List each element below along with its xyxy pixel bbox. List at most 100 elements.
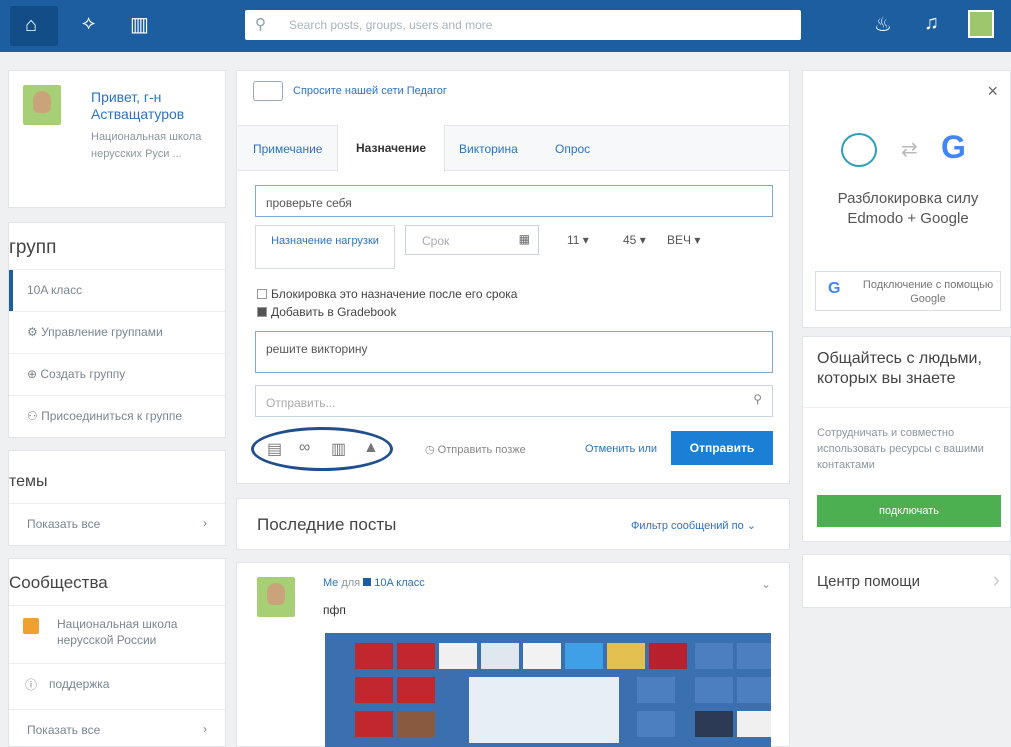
search-widget (469, 677, 619, 743)
connect-google-label: Подключение с помощью Google (862, 279, 994, 305)
chevron-right-icon: › (203, 722, 207, 736)
home-tab[interactable]: ⌂ (10, 6, 58, 46)
description-input[interactable]: решите викторину (255, 331, 773, 373)
search-input[interactable]: Search posts, groups, users and more (289, 18, 492, 32)
sidebar-item-10a[interactable]: 10A класс (9, 269, 225, 311)
post-header: Me для 10A класс (323, 577, 425, 589)
bell-icon[interactable]: ♫ (924, 12, 939, 35)
topics-title: темы (9, 473, 48, 490)
tab-note[interactable]: Примечание (253, 142, 322, 156)
sidebar-item-create-group[interactable]: ⊕ Создать группу (9, 353, 225, 395)
edmodo-icon (841, 133, 877, 167)
gradebook-label: Добавить в Gradebook (271, 305, 397, 319)
chevron-right-icon: › (992, 567, 1000, 592)
tab-assignment-label: Назначение (356, 141, 427, 155)
chevron-right-icon: › (203, 516, 207, 530)
schedule-later-button[interactable]: ◷ Отправить позже (425, 443, 526, 456)
schedule-later-label: Отправить позже (437, 444, 526, 456)
lock-checkbox[interactable]: Блокировка это назначение после его срок… (257, 287, 517, 301)
ask-network-icon (253, 81, 283, 101)
tab-quiz[interactable]: Викторина (459, 142, 518, 156)
ampm-select[interactable]: ВЕЧ ▾ (667, 233, 700, 247)
tile (355, 677, 393, 703)
topics-card: темы Показать все › (8, 450, 226, 546)
question-icon: ⓘ (25, 678, 38, 692)
tile (565, 643, 603, 669)
support-label: поддержка (49, 677, 110, 691)
groups-card: групп 10A класс ⚙ Управление группами ⊕ … (8, 222, 226, 438)
search-icon: ⚲ (255, 16, 266, 33)
tile (737, 711, 771, 737)
plus-icon: ⊕ (27, 367, 41, 381)
tile (649, 643, 687, 669)
tile (695, 711, 733, 737)
due-date-input[interactable]: Срок ▦ (405, 225, 539, 255)
school-icon (23, 618, 39, 634)
selected-indicator (9, 270, 13, 311)
communities-show-all[interactable]: Показать все › (9, 709, 225, 747)
library-icon[interactable]: ▥ (331, 439, 346, 459)
profile-school: Национальная школа нерусских Руси ... (91, 131, 202, 160)
send-to-placeholder: Отправить... (266, 396, 336, 410)
send-button[interactable]: Отправить (671, 431, 773, 465)
feed-title: Последние посты (257, 515, 397, 534)
post-image[interactable] (325, 633, 771, 747)
google-logo: G (941, 129, 966, 165)
help-center-card[interactable]: Центр помощи › (802, 554, 1011, 608)
feed-filter[interactable]: Фильтр сообщений по ⌄ (631, 519, 756, 532)
due-date-placeholder: Срок (422, 234, 450, 248)
communities-card: Сообщества Национальная школа нерусской … (8, 558, 226, 747)
post-text: пфп (323, 603, 346, 617)
chevron-down-icon[interactable]: ⌄ (761, 577, 771, 591)
send-to-input[interactable]: Отправить... ⚲ (255, 385, 773, 417)
connect-title: Общайтесь с людьми, которых вы знаете (817, 350, 982, 387)
assign-load-button[interactable]: Назначение нагрузки (255, 225, 395, 269)
sidebar-item-join-group[interactable]: ⚇ Присоединиться к группе (9, 395, 225, 437)
group-icon (363, 578, 372, 586)
assignment-title-input[interactable]: проверьте себя (255, 185, 773, 217)
community-item[interactable]: Национальная школа нерусской России (9, 605, 225, 663)
lock-label: Блокировка это назначение после его срок… (271, 287, 518, 301)
tile (607, 643, 645, 669)
file-icon[interactable]: ▤ (267, 439, 282, 459)
topics-show-all[interactable]: Показать все › (9, 503, 225, 545)
connect-google-button[interactable]: G Подключение с помощью Google (815, 271, 1001, 311)
tile (523, 643, 561, 669)
link-icon[interactable]: ∞ (299, 439, 310, 457)
calendar-icon: ▦ (518, 232, 530, 246)
checkbox-checked-icon (257, 307, 267, 317)
close-icon[interactable]: × (987, 81, 998, 102)
tile (695, 677, 733, 703)
tab-poll[interactable]: Опрос (555, 142, 590, 156)
avatar[interactable] (257, 577, 295, 617)
profile-card: Привет, г-н Астващатуров Национальная шк… (8, 70, 226, 208)
join-group-icon: ⚇ (27, 409, 42, 423)
gradebook-checkbox[interactable]: Добавить в Gradebook (257, 305, 396, 319)
minute-select[interactable]: 45 ▾ (623, 233, 646, 247)
ask-network-link[interactable]: Спросите нашей сети Педагог (293, 85, 447, 97)
backpack-icon[interactable]: ♨ (874, 12, 892, 37)
feed-filter-label: Фильтр сообщений по (631, 520, 744, 532)
post-to: для (341, 577, 361, 589)
activity-icon[interactable]: ⟡ (82, 12, 95, 35)
tab-assignment[interactable]: Назначение (337, 125, 445, 172)
connect-button[interactable]: подключать (817, 495, 1001, 527)
sidebar-item-label: Управление группами (41, 325, 163, 339)
help-center-title: Центр помощи (817, 573, 920, 590)
communities-show-all-label: Показать все (27, 723, 101, 737)
sidebar-item-label: Присоединиться к группе (41, 409, 183, 423)
hour-select[interactable]: 11 ▾ (567, 233, 589, 247)
tile (695, 643, 733, 669)
avatar[interactable] (23, 85, 61, 125)
drive-icon[interactable]: ▲ (363, 439, 379, 457)
sidebar-item-manage-groups[interactable]: ⚙ Управление группами (9, 311, 225, 353)
support-item[interactable]: ⓘ поддержка (9, 663, 225, 705)
library-icon[interactable]: ▥ (130, 12, 149, 37)
post-author[interactable]: Me (323, 577, 338, 589)
profile-avatar[interactable] (968, 10, 994, 38)
tile (737, 677, 771, 703)
profile-greeting[interactable]: Привет, г-н Астващатуров (91, 89, 211, 123)
search-bar[interactable]: ⚲ Search posts, groups, users and more (245, 10, 801, 40)
cancel-link[interactable]: Отменить или (585, 443, 657, 455)
post-group[interactable]: 10A класс (374, 577, 425, 589)
